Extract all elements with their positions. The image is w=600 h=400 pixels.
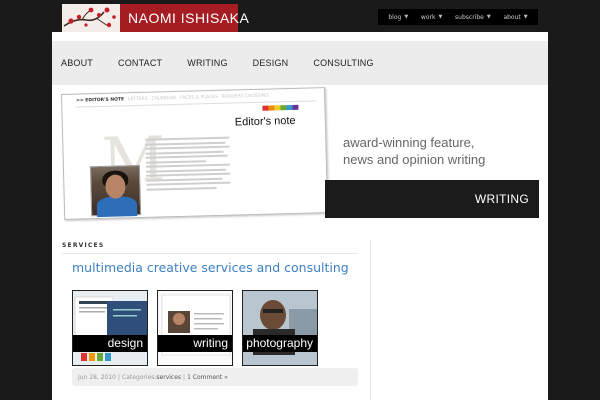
mainnav-item-design[interactable]: DESIGN: [253, 58, 289, 68]
photography-sample-image: [243, 291, 317, 365]
caret-down-icon: ▼: [523, 14, 528, 20]
topnav-label: subscribe: [455, 13, 484, 21]
cherry-blossom-icon: [62, 4, 120, 32]
topnav-label: about: [503, 13, 521, 21]
magazine-tab: LETTERS: [127, 96, 148, 103]
thumbnail-photography[interactable]: photography: [242, 290, 318, 366]
thumbnail-writing[interactable]: writing: [157, 290, 233, 366]
caret-down-icon: ▼: [486, 14, 491, 20]
topnav-label: work: [420, 13, 436, 21]
topnav-item-subscribe[interactable]: subscribe ▼: [455, 14, 491, 21]
tagline-line: news and opinion writing: [343, 152, 486, 167]
post-title-link[interactable]: multimedia creative services and consult…: [72, 260, 349, 275]
thumbnail-design[interactable]: design: [72, 290, 148, 366]
portrait-photo: [89, 164, 142, 218]
banner-category-bar[interactable]: WRITING: [325, 180, 539, 218]
tagline-line: award-winning feature,: [343, 135, 475, 150]
magazine-body-text: [145, 136, 231, 193]
meta-separator: |: [118, 373, 121, 381]
site-name: NAOMI ISHISAKA: [128, 10, 250, 26]
caret-down-icon: ▼: [404, 14, 409, 20]
section-heading: SERVICES: [62, 242, 105, 249]
hero-banner[interactable]: >> EDITOR'S NOTE LETTERS CALENDAR FACES …: [61, 87, 539, 220]
page-container: ABOUT CONTACT WRITING DESIGN CONSULTING …: [52, 32, 548, 400]
mainnav-item-contact[interactable]: CONTACT: [118, 58, 162, 68]
magazine-tab: FACES & PLACES: [180, 94, 218, 101]
services-post: SERVICES multimedia creative services an…: [62, 240, 370, 400]
topnav-label: blog: [388, 13, 402, 21]
banner-tagline: award-winning feature, news and opinion …: [343, 134, 485, 168]
sidebar-divider: [370, 240, 371, 400]
thumbnail-label: photography: [243, 335, 317, 352]
caret-down-icon: ▼: [438, 14, 443, 20]
top-navigation: blog ▼ work ▼ subscribe ▼ about ▼: [378, 9, 538, 25]
mainnav-item-about[interactable]: ABOUT: [61, 58, 93, 68]
post-date: Jun 28, 2010: [78, 373, 117, 381]
design-sample-image: [74, 296, 147, 361]
comments-link[interactable]: 1 Comment »: [187, 374, 228, 381]
magazine-title: Editor's note: [234, 114, 296, 129]
topnav-item-blog[interactable]: blog ▼: [388, 14, 408, 21]
mainnav-item-consulting[interactable]: CONSULTING: [313, 58, 373, 68]
main-navigation: ABOUT CONTACT WRITING DESIGN CONSULTING: [52, 41, 548, 85]
categories-label: Categories:: [122, 373, 157, 381]
meta-separator: |: [183, 373, 186, 381]
thumbnail-label: writing: [158, 335, 232, 352]
post-meta: Jun 28, 2010 | Categories: services | 1 …: [72, 368, 358, 386]
section-divider: [62, 253, 358, 254]
magazine-tab: >> EDITOR'S NOTE: [76, 97, 125, 104]
topnav-item-about[interactable]: about ▼: [503, 14, 527, 21]
banner-category-label: WRITING: [474, 192, 529, 206]
magazine-tab: CALENDAR: [151, 95, 177, 102]
magazine-page-image: >> EDITOR'S NOTE LETTERS CALENDAR FACES …: [61, 87, 329, 220]
mainnav-item-writing[interactable]: WRITING: [187, 58, 227, 68]
magazine-color-strip: [262, 104, 299, 111]
magazine-tab: BORDERS CROSSING: [221, 93, 269, 100]
writing-sample-image: [161, 294, 231, 356]
category-link[interactable]: services: [156, 374, 181, 381]
thumbnail-label: design: [73, 335, 147, 352]
topnav-item-work[interactable]: work ▼: [421, 14, 442, 21]
site-logo[interactable]: NAOMI ISHISAKA: [62, 4, 249, 32]
